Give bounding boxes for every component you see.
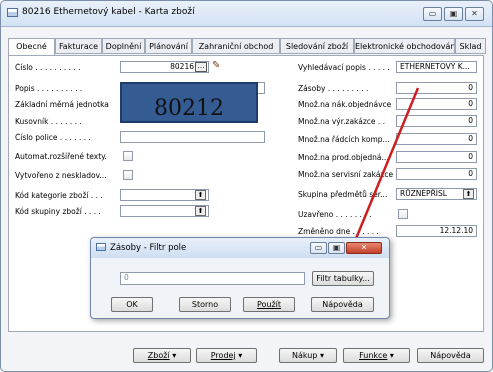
- lookup-arrow-icon[interactable]: ⬆: [463, 189, 474, 199]
- dialog-cancel-button[interactable]: Storno: [179, 297, 231, 312]
- vytvoreno-checkbox[interactable]: [123, 170, 133, 180]
- tab-elektronicke-obchodovani[interactable]: Elektronické obchodování: [354, 38, 455, 54]
- cislo-police-field[interactable]: [120, 131, 265, 143]
- prodej-label: Prodej: [210, 351, 236, 360]
- automat-checkbox[interactable]: [123, 151, 133, 161]
- window-title: 80216 Ethernetový kabel - Karta zboží: [22, 7, 195, 17]
- tab-planovani[interactable]: Plánování: [145, 38, 192, 54]
- zbozi-label: Zboží: [147, 351, 170, 360]
- zbozi-menu-button[interactable]: Zboží ▾: [133, 348, 191, 363]
- dialog-minimize-icon[interactable]: ▭: [310, 242, 327, 254]
- dialog-title: Zásoby - Filtr pole: [110, 243, 187, 253]
- help-button[interactable]: Nápověda: [417, 348, 484, 363]
- nakup-menu-button[interactable]: Nákup ▾: [279, 348, 337, 363]
- cislo-police-label: Číslo police . . . . . . .: [15, 133, 91, 142]
- funkce-label: Funkce: [359, 351, 388, 360]
- automat-label: Automat.rozšířené texty.: [15, 152, 107, 161]
- tab-obecne[interactable]: Obecné: [8, 38, 55, 56]
- minimize-icon[interactable]: ▭: [423, 7, 442, 21]
- filter-table-button[interactable]: Filtr tabulky...: [312, 271, 374, 286]
- dropdown-arrow-icon: ▾: [319, 351, 324, 360]
- kod-kategorie-label: Kód kategorie zboží . . .: [15, 191, 103, 200]
- filter-value-input[interactable]: 0: [120, 272, 305, 285]
- prodej-menu-button[interactable]: Prodej ▾: [196, 348, 257, 363]
- tab-sklad[interactable]: Sklad: [455, 38, 486, 54]
- lookup-arrow-icon[interactable]: ⬆: [195, 190, 206, 200]
- cislo-label: Číslo . . . . . . . . . .: [15, 63, 81, 72]
- tab-sledovani-zbozi[interactable]: Sledování zboží: [280, 38, 354, 54]
- tab-fakturace[interactable]: Fakturace: [55, 38, 102, 54]
- dropdown-arrow-icon: ▾: [238, 351, 243, 360]
- popis-label: Popis . . . . . . . . . .: [15, 84, 83, 93]
- kod-skupiny-label: Kód skupiny zboží . . . .: [15, 207, 101, 216]
- dialog-maximize-icon[interactable]: ▣: [328, 242, 345, 254]
- window-icon: [7, 8, 18, 17]
- assist-edit-icon[interactable]: …: [195, 62, 207, 72]
- nakup-label: Nákup: [292, 351, 318, 360]
- dialog-ok-button[interactable]: OK: [111, 297, 153, 312]
- funkce-menu-button[interactable]: Funkce ▾: [343, 348, 410, 363]
- dialog-apply-button[interactable]: Použít: [243, 297, 295, 312]
- close-icon[interactable]: ✕: [465, 7, 484, 21]
- maximize-icon[interactable]: ▣: [444, 7, 463, 21]
- pencil-icon[interactable]: ✎: [212, 59, 224, 72]
- overlay-number-box: 80212: [120, 82, 258, 123]
- vytvoreno-label: Vytvořeno z neskladov...: [15, 171, 107, 180]
- zakladni-label: Základní měrná jednotka: [15, 100, 109, 109]
- dropdown-arrow-icon: ▾: [389, 351, 394, 360]
- tab-zahranicni-obchod[interactable]: Zahraniční obchod: [192, 38, 280, 54]
- tab-doplneni[interactable]: Doplnění: [102, 38, 145, 54]
- vyhledavaci-label: Vyhledávací popis . . . . .: [298, 63, 390, 72]
- kusovnik-label: Kusovník . . . . . . .: [15, 117, 82, 126]
- vyhledavaci-field[interactable]: ETHERNETOVÝ K...: [396, 61, 477, 73]
- dialog-help-button[interactable]: Nápověda: [311, 297, 374, 312]
- dropdown-arrow-icon: ▾: [172, 351, 177, 360]
- lookup-arrow-icon[interactable]: ⬆: [195, 206, 206, 216]
- dialog-close-icon[interactable]: ✕: [346, 242, 382, 254]
- dialog-window-icon: [96, 243, 106, 251]
